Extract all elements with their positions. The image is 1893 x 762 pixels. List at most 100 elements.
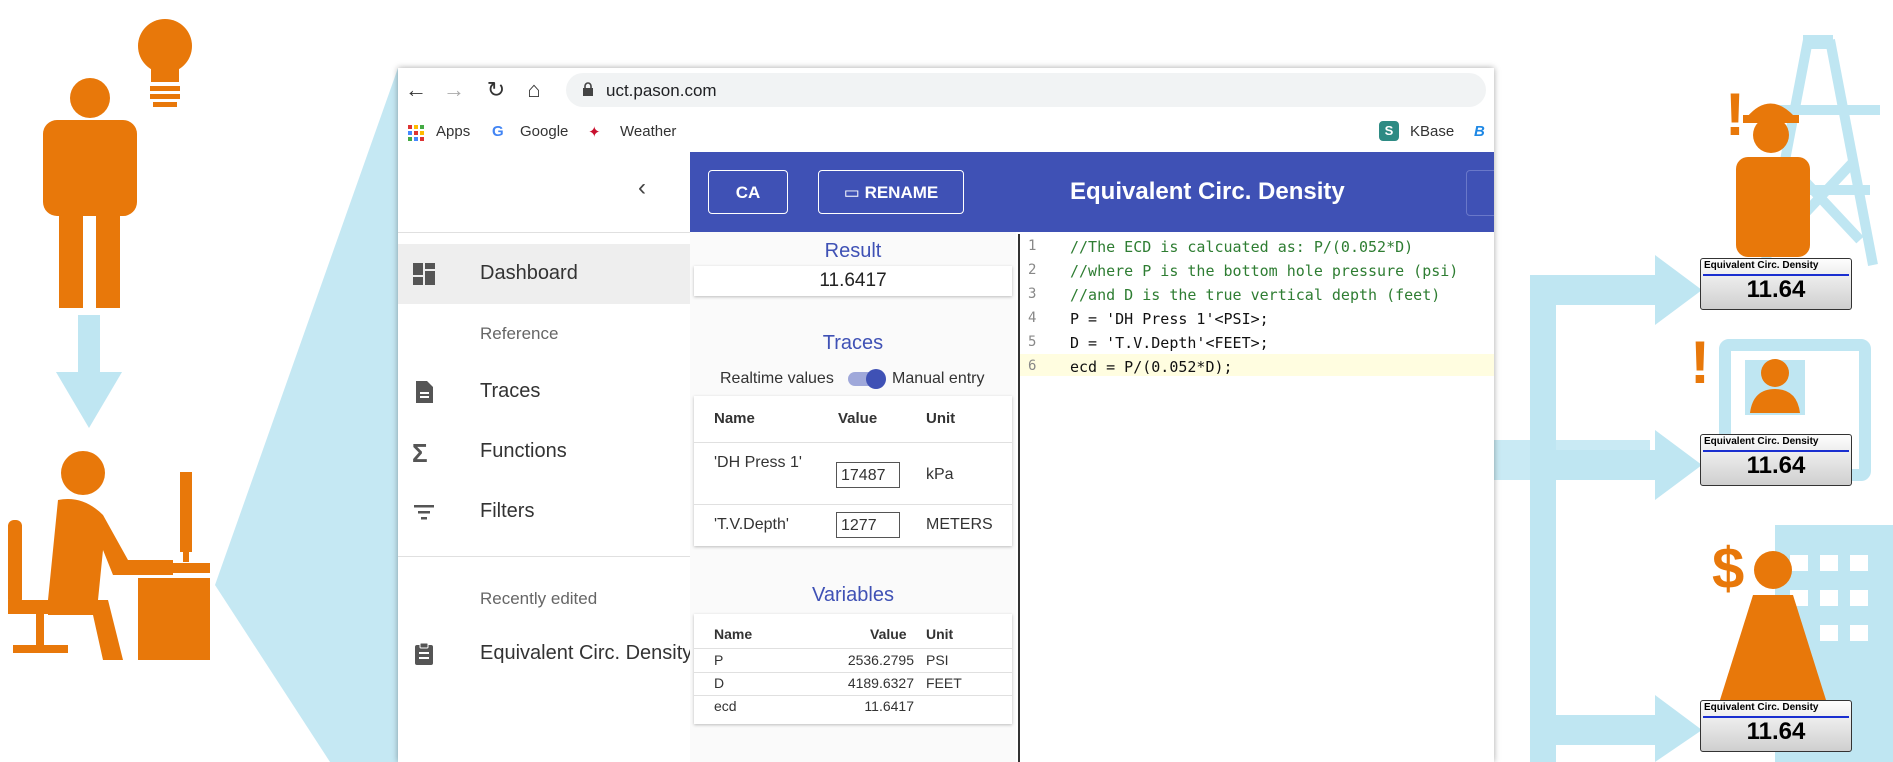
section-reference: Reference (480, 324, 559, 343)
toggle-knob (866, 369, 886, 389)
result-title: Result (824, 240, 882, 262)
manual-label: Manual entry (892, 370, 985, 387)
line-number: 6 (1028, 358, 1037, 374)
lock-icon (583, 82, 593, 96)
ecd-panel-business: Equivalent Circ. Density 11.64 (1700, 700, 1852, 752)
realtime-label: Realtime values (720, 370, 834, 387)
sidebar-divider (398, 232, 690, 233)
apps-grid-icon (408, 125, 424, 141)
business-woman-icon (1720, 551, 1826, 700)
sidebar-item-filters[interactable]: Filters (398, 482, 690, 542)
panel-value: 11.64 (1746, 452, 1806, 479)
panel-value: 11.64 (1746, 718, 1806, 745)
row-divider (694, 442, 1012, 443)
save-icon[interactable] (1466, 170, 1494, 216)
url-text: uct.pason.com (606, 81, 717, 100)
address-field[interactable]: uct.pason.com (566, 73, 1486, 107)
sidebar-item-traces[interactable]: Traces (398, 362, 690, 422)
panel-title: Equivalent Circ. Density (1704, 436, 1819, 447)
collapse-chevron-icon[interactable]: ‹ (638, 174, 646, 202)
code-line: //and D is the true vertical depth (feet… (1070, 286, 1441, 304)
sidebar: ‹ Dashboard Reference Traces Σ Functions… (398, 152, 693, 762)
col-name: Name (714, 410, 755, 427)
trace-name: 'DH Press 1' (714, 454, 802, 471)
document-icon (416, 381, 433, 403)
row-divider (694, 672, 1012, 673)
trace-unit: METERS (926, 516, 993, 533)
sigma-icon: Σ (412, 438, 428, 468)
uct-app: ‹ Dashboard Reference Traces Σ Functions… (398, 152, 1494, 762)
desk-worker-icon (8, 451, 210, 660)
code-line: ecd = P/(0.052*D); (1070, 358, 1233, 376)
code-line: D = 'T.V.Depth'<FEET>; (1070, 334, 1269, 352)
line-number: 3 (1028, 286, 1037, 302)
trace-value-input[interactable]: 1277 (836, 512, 900, 538)
maple-leaf-icon: ✦ (588, 124, 601, 141)
bookmarks-bar: Apps G Google ✦ Weather S KBase B (398, 113, 1494, 153)
variables-title: Variables (812, 584, 894, 606)
bookmark-weather[interactable]: Weather (620, 123, 676, 140)
sharepoint-icon: S (1379, 121, 1399, 141)
bookmark-icon: B (1474, 123, 1485, 140)
variables-table: Name Value Unit P 2536.2795 PSI D 4189.6… (694, 614, 1012, 724)
clipboard-icon (415, 642, 433, 665)
line-number: 4 (1028, 310, 1037, 326)
alert-exclaim: ! (1725, 81, 1745, 148)
rename-button[interactable]: ▭ RENAME (818, 170, 964, 214)
page-title: Equivalent Circ. Density (1070, 178, 1345, 205)
sidebar-item-dashboard[interactable]: Dashboard (398, 244, 690, 304)
filter-icon (414, 505, 434, 520)
reload-icon[interactable]: ↻ (482, 76, 510, 104)
mode-toggle[interactable] (848, 369, 886, 389)
back-icon[interactable]: ← (402, 76, 430, 104)
var-value: 2536.2795 (847, 652, 914, 668)
var-name: D (714, 675, 725, 691)
trace-value-input[interactable]: 17487 (836, 462, 900, 488)
home-icon[interactable]: ⌂ (520, 76, 548, 104)
forward-icon[interactable]: → (440, 76, 468, 104)
traces-table: Name Value Unit 'DH Press 1' 17487 kPa '… (694, 396, 1012, 546)
line-number: 1 (1028, 238, 1037, 254)
google-icon: G (492, 123, 504, 140)
url-bar: ← → ↻ ⌂ uct.pason.com (398, 68, 1494, 113)
bookmark-apps[interactable]: Apps (436, 123, 470, 140)
result-value: 11.6417 (819, 270, 887, 291)
details-panel: Result 11.6417 Traces Realtime values Ma… (690, 232, 1016, 762)
var-unit: FEET (926, 675, 962, 691)
var-name: ecd (714, 698, 737, 714)
office-person-icon (1750, 359, 1800, 413)
result-card: 11.6417 (694, 266, 1012, 296)
app-header: CA ▭ RENAME Equivalent Circ. Density (690, 152, 1494, 232)
panel-title: Equivalent Circ. Density (1704, 260, 1819, 271)
row-divider (694, 695, 1012, 696)
sidebar-divider (398, 556, 690, 557)
var-unit: PSI (926, 652, 949, 668)
thinking-person-icon (43, 19, 192, 308)
bookmark-google[interactable]: Google (520, 123, 568, 140)
code-line: P = 'DH Press 1'<PSI>; (1070, 310, 1269, 328)
sidebar-item-label: Equivalent Circ. Density (480, 642, 693, 664)
dashboard-icon (413, 263, 435, 285)
col-unit: Unit (926, 410, 956, 427)
line-number: 5 (1028, 334, 1037, 350)
col-value: Value (870, 626, 907, 642)
rename-label: RENAME (864, 183, 939, 202)
code-editor[interactable]: 1 //The ECD is calcuated as: P/(0.052*D)… (1018, 234, 1494, 762)
label-icon: ▭ (843, 183, 860, 202)
bookmark-kbase[interactable]: KBase (1410, 123, 1454, 140)
col-value: Value (838, 410, 878, 427)
alert-exclaim: ! (1690, 329, 1710, 396)
var-value: 4189.6327 (847, 675, 914, 691)
ca-button[interactable]: CA (708, 170, 788, 214)
line-number: 2 (1028, 262, 1037, 278)
ecd-panel-field: Equivalent Circ. Density 11.64 (1700, 258, 1852, 310)
code-line: //where P is the bottom hole pressure (p… (1070, 262, 1459, 280)
sidebar-item-functions[interactable]: Σ Functions (398, 422, 690, 482)
var-name: P (714, 652, 724, 668)
var-value: 11.6417 (864, 698, 914, 714)
col-unit: Unit (926, 626, 954, 642)
panel-title: Equivalent Circ. Density (1704, 702, 1819, 713)
sidebar-item-ecd[interactable]: Equivalent Circ. Density (398, 624, 693, 684)
code-line: //The ECD is calcuated as: P/(0.052*D) (1070, 238, 1414, 256)
row-divider (694, 504, 1012, 505)
